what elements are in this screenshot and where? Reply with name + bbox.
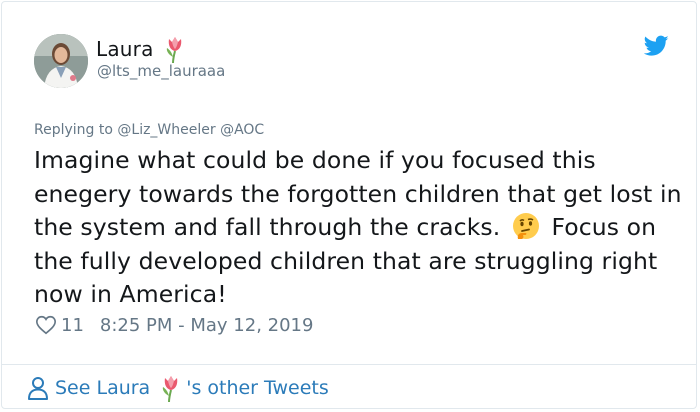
tweet-text: Imagine what could be done if you focuse… (34, 144, 684, 312)
tweet-card: Laura @lts_me_lauraaa Replying to @Liz_W… (1, 1, 697, 409)
twitter-bird-icon[interactable] (644, 35, 669, 57)
replying-to-label: Replying to (34, 122, 113, 138)
author-name-row[interactable]: Laura (96, 35, 186, 63)
heart-icon[interactable] (35, 314, 57, 336)
tulip-emoji-icon (166, 37, 181, 63)
display-name[interactable]: Laura (96, 37, 154, 61)
tweet-timestamp[interactable]: 8:25 PM - May 12, 2019 (100, 315, 314, 336)
replying-to-line: Replying to @Liz_Wheeler @AOC (34, 122, 264, 138)
tulip-emoji-icon (163, 376, 178, 402)
divider (2, 364, 696, 365)
author-handle[interactable]: @lts_me_lauraaa (97, 62, 225, 80)
avatar[interactable] (34, 34, 88, 88)
avatar-photo (34, 34, 88, 88)
like-count[interactable]: 11 (61, 315, 84, 336)
person-icon (28, 377, 48, 400)
reply-mentions[interactable]: @Liz_Wheeler @AOC (117, 122, 264, 138)
thinking-face-emoji-icon (512, 213, 539, 239)
see-link-prefix[interactable]: See Laura (55, 377, 150, 399)
tweet-meta: 11 8:25 PM - May 12, 2019 (35, 314, 313, 336)
see-other-tweets-link[interactable]: See Laura 's other Tweets (27, 374, 329, 402)
see-link-suffix[interactable]: 's other Tweets (186, 377, 329, 399)
